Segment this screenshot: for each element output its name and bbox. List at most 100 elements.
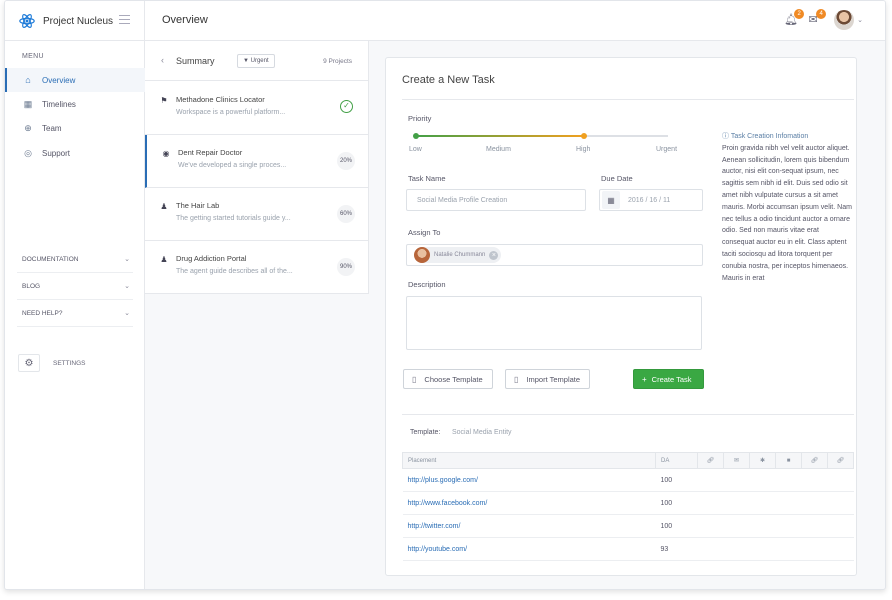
table-header-row: Placement DA 🔗︎ ✉ ✱ ■ 🔗︎ 🔗︎ bbox=[402, 452, 854, 469]
list-item[interactable]: ♟ The Hair Lab The getting started tutor… bbox=[145, 188, 369, 241]
divider bbox=[402, 414, 854, 415]
section-need-help[interactable]: NEED HELP? ⌄ bbox=[17, 300, 133, 327]
link-icon[interactable]: 🔗︎ bbox=[827, 452, 854, 469]
project-count: 9 Projects bbox=[323, 58, 352, 65]
sidebar: MENU ⌂ Overview ▦ Timelines ⊕ Team ◎ Sup… bbox=[5, 41, 145, 589]
star-icon[interactable]: ✱ bbox=[749, 452, 776, 469]
table-row: http://www.facebook.com/ 100 bbox=[402, 491, 854, 515]
description-field[interactable] bbox=[406, 296, 702, 350]
priority-slider[interactable] bbox=[413, 133, 668, 139]
list-item[interactable]: ⚑ Methadone Clinics Locator Workspace is… bbox=[145, 82, 369, 135]
placement-link[interactable]: http://plus.google.com/ bbox=[402, 468, 656, 492]
list-item[interactable]: ♟ Drug Addiction Portal The agent guide … bbox=[145, 241, 369, 294]
link-icon[interactable]: 🔗︎ bbox=[801, 452, 828, 469]
app-window: Project Nucleus Overview 🔔︎ 2 ✉ 4 ⌄ MENU… bbox=[4, 0, 886, 590]
page-title: Overview bbox=[162, 14, 208, 26]
section-label: NEED HELP? bbox=[22, 309, 63, 317]
chevron-down-icon[interactable]: ⌄ bbox=[857, 16, 863, 24]
divider bbox=[402, 99, 854, 100]
priority-level-high: High bbox=[576, 146, 591, 153]
project-name: Dent Repair Doctor bbox=[178, 148, 243, 157]
section-label: BLOG bbox=[22, 282, 41, 290]
plus-icon: + bbox=[642, 374, 647, 384]
import-template-button[interactable]: ▯ Import Template bbox=[505, 369, 591, 389]
assignee-chip: Natalie Chummann × bbox=[414, 247, 502, 263]
sidebar-item-overview[interactable]: ⌂ Overview bbox=[5, 68, 145, 92]
lifebuoy-icon: ◎ bbox=[24, 147, 32, 158]
messages-badge: 4 bbox=[816, 9, 827, 19]
sidebar-item-timelines[interactable]: ▦ Timelines bbox=[5, 92, 145, 116]
info-title-text: Task Creation Infomation bbox=[730, 133, 809, 140]
calendar-icon[interactable]: ▦ bbox=[602, 191, 620, 209]
menu-toggle-icon[interactable] bbox=[119, 15, 130, 24]
table-row: http://youtube.com/ 93 bbox=[402, 537, 854, 561]
info-title: ⓘ Task Creation Infomation bbox=[722, 131, 852, 143]
task-name-value: Social Media Profile Creation bbox=[417, 196, 508, 204]
project-name: Methadone Clinics Locator bbox=[176, 95, 265, 104]
column-header-placement: Placement bbox=[402, 452, 656, 469]
close-icon[interactable]: × bbox=[489, 250, 499, 260]
urgent-filter-button[interactable]: ▼ Urgent bbox=[237, 54, 275, 68]
button-label: Create Task bbox=[651, 374, 692, 384]
menu-label: MENU bbox=[22, 53, 44, 60]
project-name: Drug Addiction Portal bbox=[176, 254, 247, 263]
task-name-label: Task Name bbox=[408, 174, 446, 183]
project-name: The Hair Lab bbox=[176, 201, 220, 210]
placement-link[interactable]: http://twitter.com/ bbox=[402, 514, 656, 538]
settings-button[interactable]: ⚙ SETTINGS bbox=[18, 354, 86, 372]
da-value: 93 bbox=[655, 537, 854, 561]
chevron-down-icon: ⌄ bbox=[124, 256, 130, 263]
priority-label: Priority bbox=[408, 114, 432, 123]
priority-handle[interactable] bbox=[581, 133, 587, 139]
table-row: http://twitter.com/ 100 bbox=[402, 514, 854, 538]
messages-button[interactable]: ✉ 4 bbox=[806, 9, 827, 27]
app-name: Project Nucleus bbox=[43, 15, 114, 27]
description-label: Description bbox=[408, 280, 446, 289]
da-value: 100 bbox=[655, 468, 854, 492]
da-value: 100 bbox=[655, 514, 854, 538]
mail-icon[interactable]: ✉ bbox=[723, 452, 750, 469]
project-desc: The getting started tutorials guide y... bbox=[176, 215, 291, 222]
info-text: Proin gravida nibh vel velit auctor aliq… bbox=[722, 144, 852, 282]
target-icon: ◉ bbox=[162, 149, 170, 158]
list-item[interactable]: ◉ Dent Repair Doctor We've developed a s… bbox=[145, 135, 369, 188]
globe-icon: ⊕ bbox=[24, 122, 32, 133]
create-task-button[interactable]: + Create Task bbox=[633, 369, 704, 389]
top-icons: 🔔︎ 2 ✉ 4 ⌄ bbox=[776, 9, 863, 30]
users-icon: ♟ bbox=[160, 255, 168, 264]
check-icon: ✓ bbox=[340, 100, 353, 113]
sidebar-item-label: Support bbox=[42, 148, 71, 158]
users-icon: ♟ bbox=[160, 202, 168, 211]
top-bar: Project Nucleus Overview 🔔︎ 2 ✉ 4 ⌄ bbox=[5, 1, 885, 41]
summary-header: ‹ Summary ▼ Urgent 9 Projects bbox=[145, 41, 368, 81]
sidebar-item-label: Timelines bbox=[42, 99, 76, 109]
task-info: ⓘ Task Creation Infomation Proin gravida… bbox=[722, 131, 852, 284]
assign-label: Assign To bbox=[408, 228, 441, 237]
sidebar-item-label: Overview bbox=[42, 75, 76, 85]
user-avatar[interactable] bbox=[834, 10, 855, 30]
section-blog[interactable]: BLOG ⌄ bbox=[17, 273, 133, 300]
placement-link[interactable]: http://www.facebook.com/ bbox=[402, 491, 656, 515]
card-title: Create a New Task bbox=[402, 74, 495, 86]
summary-title: Summary bbox=[176, 56, 215, 66]
link-icon[interactable]: 🔗︎ bbox=[697, 452, 724, 469]
section-label: DOCUMENTATION bbox=[22, 255, 79, 263]
sidebar-item-support[interactable]: ◎ Support bbox=[5, 141, 145, 165]
choose-template-button[interactable]: ▯ Choose Template bbox=[403, 369, 493, 389]
sidebar-item-team[interactable]: ⊕ Team bbox=[5, 116, 145, 140]
sidebar-item-label: Team bbox=[42, 123, 62, 133]
bookmark-icon[interactable]: ■ bbox=[775, 452, 802, 469]
task-name-input[interactable]: Social Media Profile Creation bbox=[406, 189, 586, 211]
logo-icon bbox=[19, 14, 35, 28]
priority-level-medium: Medium bbox=[486, 146, 511, 153]
project-desc: The agent guide describes all of the... bbox=[176, 268, 293, 275]
filter-label: Urgent bbox=[250, 58, 269, 64]
template-label: Template: bbox=[410, 429, 441, 436]
notifications-button[interactable]: 🔔︎ 2 bbox=[784, 9, 805, 27]
chevron-left-icon[interactable]: ‹ bbox=[161, 55, 164, 65]
flag-icon: ⚑ bbox=[160, 96, 168, 105]
placement-link[interactable]: http://youtube.com/ bbox=[402, 537, 656, 561]
assign-input[interactable]: Natalie Chummann × bbox=[406, 244, 703, 266]
section-documentation[interactable]: DOCUMENTATION ⌄ bbox=[17, 246, 133, 273]
due-date-input[interactable]: ▦ 2016 / 16 / 11 bbox=[599, 189, 703, 211]
